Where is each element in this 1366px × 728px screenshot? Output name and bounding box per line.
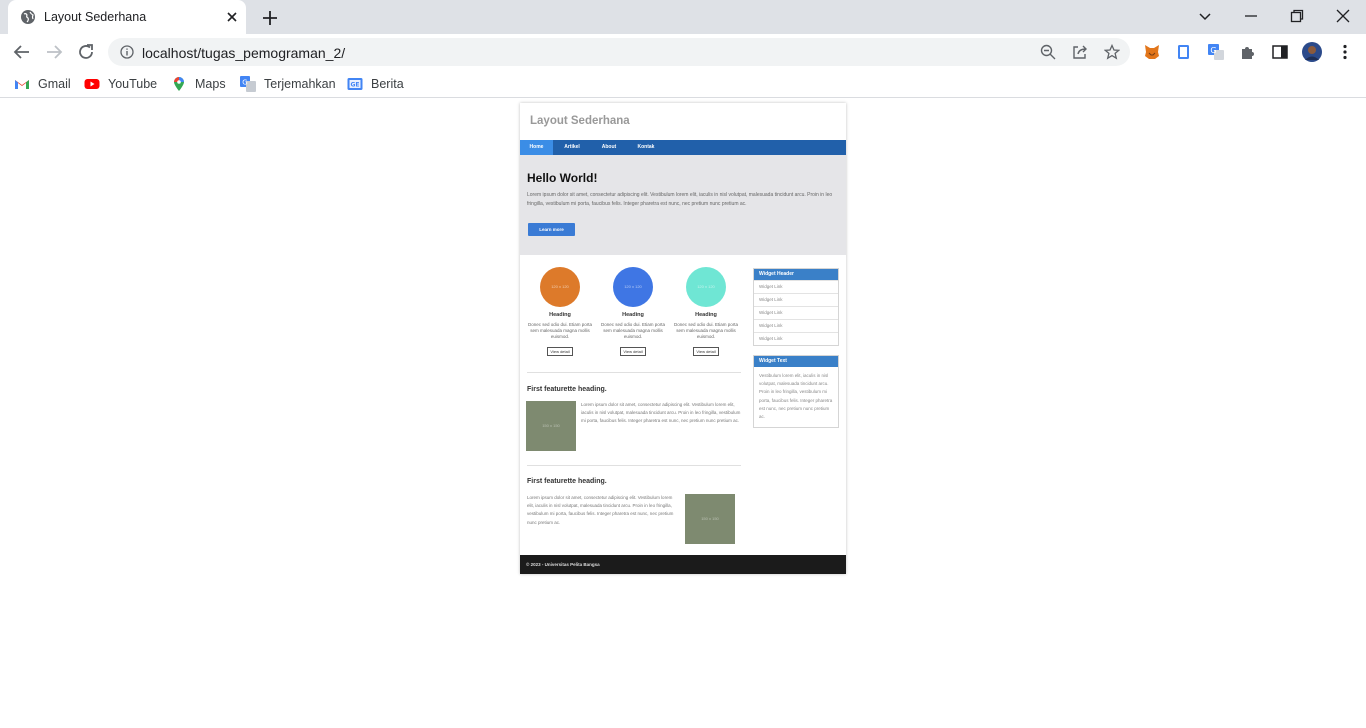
svg-text:G: G <box>242 79 247 87</box>
new-tab-icon[interactable] <box>260 8 280 28</box>
featurette-heading: First featurette heading. <box>527 386 607 393</box>
widget-header: Widget Header <box>754 269 838 280</box>
bookmark-maps[interactable]: Maps <box>171 76 226 92</box>
column-heading: Heading <box>549 312 571 318</box>
learn-more-button[interactable]: Learn more <box>528 223 575 236</box>
hero-text: Lorem ipsum dolor sit amet, consectetur … <box>527 192 833 207</box>
column-text: Donec sed odio dui. Etiam porta sem male… <box>600 322 666 339</box>
featurette-image: 150 x 150 <box>685 494 735 544</box>
side-panel-icon[interactable] <box>1271 43 1289 61</box>
widget-link[interactable]: Widget Link <box>754 293 838 306</box>
featurette-text: Lorem ipsum dolor sit amet, consectetur … <box>581 402 741 424</box>
column-text: Donec sed odio dui. Etiam porta sem male… <box>527 322 593 339</box>
active-tab[interactable]: Layout Sederhana <box>8 0 246 34</box>
bookmark-label: Berita <box>371 77 404 91</box>
share-icon[interactable] <box>1072 44 1088 60</box>
bookmark-label: YouTube <box>108 77 158 91</box>
featurette-text: Lorem ipsum dolor sit amet, consectetur … <box>527 495 674 525</box>
view-detail-button[interactable]: View detail <box>620 347 646 356</box>
feature-column: 120 x 120 Heading Donec sed odio dui. Et… <box>525 267 595 358</box>
close-tab-icon[interactable] <box>224 9 240 25</box>
back-arrow-icon[interactable] <box>13 43 31 61</box>
widget-link[interactable]: Widget Link <box>754 319 838 332</box>
widget-link[interactable]: Widget Link <box>754 306 838 319</box>
feature-column: 120 x 120 Heading Donec sed odio dui. Et… <box>671 267 741 358</box>
bookmark-news[interactable]: GE Berita <box>347 76 404 92</box>
column-heading: Heading <box>622 312 644 318</box>
widget-links: Widget Header Widget Link Widget Link Wi… <box>753 268 839 346</box>
column-heading: Heading <box>695 312 717 318</box>
featurette-heading: First featurette heading. <box>527 478 607 485</box>
footer: © 2023 - Universitas Pelita Bangsa <box>520 555 846 574</box>
profile-avatar[interactable] <box>1302 42 1322 62</box>
nav-home[interactable]: Home <box>520 140 553 155</box>
column-text: Donec sed odio dui. Etiam porta sem male… <box>673 322 739 339</box>
metamask-fox-icon[interactable] <box>1143 43 1161 61</box>
divider <box>527 372 741 373</box>
gmail-icon <box>15 80 29 89</box>
restore-icon[interactable] <box>1288 7 1306 25</box>
nav-kontak[interactable]: Kontak <box>631 140 661 155</box>
widget-link[interactable]: Widget Link <box>754 332 838 345</box>
nav-artikel[interactable]: Artikel <box>558 140 586 155</box>
widget-body-text: Vestibulum lorem elit, iaculis in nisl v… <box>759 373 833 420</box>
news-icon: GE <box>347 78 363 90</box>
youtube-icon <box>84 79 100 89</box>
featurette-image: 150 x 150 <box>526 401 576 451</box>
address-bar[interactable]: localhost/tugas_pemograman_2/ <box>108 38 1130 66</box>
widget-header: Widget Text <box>754 356 838 367</box>
widget-text: Widget Text Vestibulum lorem elit, iacul… <box>753 355 839 429</box>
bookmark-label: Gmail <box>38 77 71 91</box>
puzzle-extensions-icon[interactable] <box>1239 43 1257 61</box>
tab-search-chevron-icon[interactable] <box>1196 7 1214 25</box>
tab-title: Layout Sederhana <box>44 10 147 24</box>
circle-image: 120 x 120 <box>613 267 653 307</box>
view-detail-button[interactable]: View detail <box>693 347 719 356</box>
nav-about[interactable]: About <box>595 140 623 155</box>
forward-arrow-icon[interactable] <box>45 43 63 61</box>
hero-heading: Hello World! <box>527 171 598 185</box>
circle-image: 120 x 120 <box>540 267 580 307</box>
view-detail-button[interactable]: View detail <box>547 347 573 356</box>
globe-icon <box>21 10 35 24</box>
minimize-icon[interactable] <box>1242 7 1260 25</box>
hero-section: Hello World! Lorem ipsum dolor sit amet,… <box>520 155 846 255</box>
bookmarks-bar: Gmail YouTube Maps G Terjemahkan GE Beri… <box>0 70 1366 98</box>
close-window-icon[interactable] <box>1334 7 1352 25</box>
bookmark-translate[interactable]: G Terjemahkan <box>240 76 336 92</box>
menu-kebab-icon[interactable] <box>1336 43 1354 61</box>
main-navigation: Home Artikel About Kontak <box>520 140 846 155</box>
svg-text:G: G <box>1210 46 1216 55</box>
bookmark-label: Terjemahkan <box>264 77 336 91</box>
bookmark-gmail[interactable]: Gmail <box>14 76 71 92</box>
translate-extension-icon[interactable]: G <box>1207 43 1225 61</box>
bookmark-star-icon[interactable] <box>1104 44 1120 60</box>
tab-strip: Layout Sederhana <box>0 0 1366 34</box>
reload-icon[interactable] <box>77 43 95 61</box>
browser-toolbar: localhost/tugas_pemograman_2/ G <box>0 34 1366 70</box>
bookmark-youtube[interactable]: YouTube <box>84 76 157 92</box>
page-container: Layout Sederhana Home Artikel About Kont… <box>520 103 846 574</box>
site-info-icon[interactable] <box>120 45 134 59</box>
feature-column: 120 x 120 Heading Donec sed odio dui. Et… <box>598 267 668 358</box>
svg-text:GE: GE <box>350 82 359 89</box>
site-title: Layout Sederhana <box>530 115 630 127</box>
maps-icon <box>174 77 184 91</box>
divider <box>527 465 741 466</box>
bookmark-label: Maps <box>195 77 226 91</box>
url-text[interactable]: localhost/tugas_pemograman_2/ <box>142 45 345 61</box>
translate-icon: G <box>240 76 256 92</box>
zoom-icon[interactable] <box>1040 44 1056 60</box>
widget-link[interactable]: Widget Link <box>754 280 838 293</box>
circle-image: 120 x 120 <box>686 267 726 307</box>
document-extension-icon[interactable] <box>1175 43 1193 61</box>
